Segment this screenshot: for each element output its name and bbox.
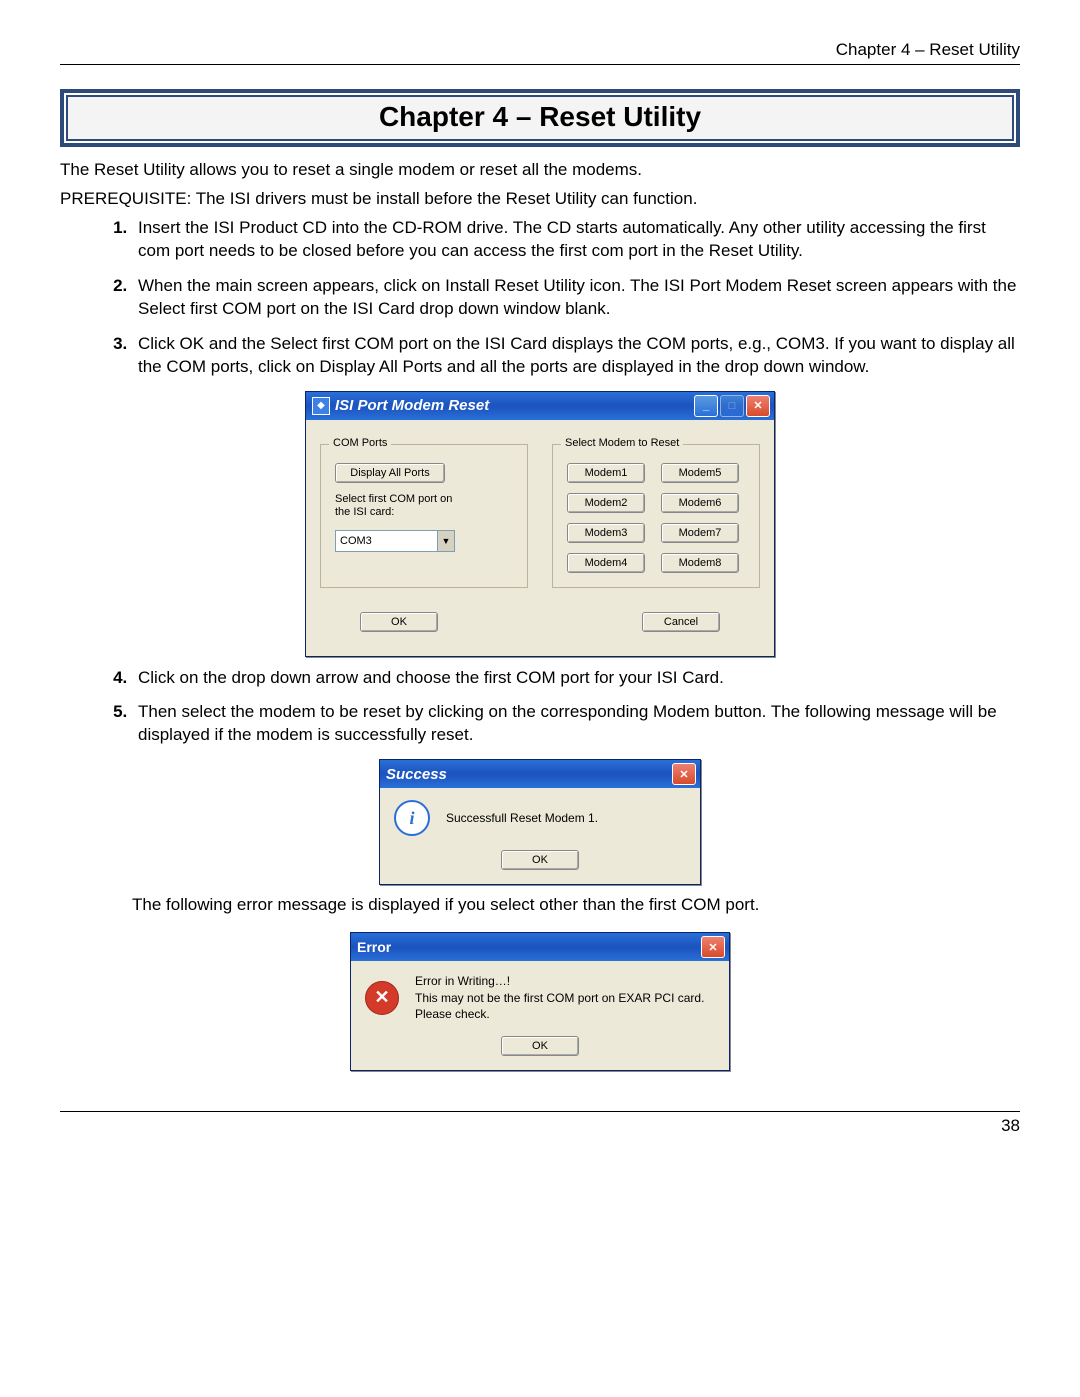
modem5-button[interactable]: Modem5 xyxy=(661,463,739,483)
error-line-1: Error in Writing…! xyxy=(415,973,704,989)
step-3: Click OK and the Select first COM port o… xyxy=(132,333,1020,379)
step-5: Then select the modem to be reset by cli… xyxy=(132,701,1020,747)
chevron-down-icon[interactable]: ▼ xyxy=(437,531,454,551)
titlebar[interactable]: Error ✕ xyxy=(351,933,729,961)
success-window: Success ✕ i Successfull Reset Modem 1. O… xyxy=(379,759,701,885)
titlebar[interactable]: Success ✕ xyxy=(380,760,700,788)
maximize-button: □ xyxy=(720,395,744,417)
close-button[interactable]: ✕ xyxy=(746,395,770,417)
window-title: Error xyxy=(357,939,701,955)
step-4: Click on the drop down arrow and choose … xyxy=(132,667,1020,690)
modem3-button[interactable]: Modem3 xyxy=(567,523,645,543)
ok-button[interactable]: OK xyxy=(501,1036,579,1056)
page-number: 38 xyxy=(60,1111,1020,1136)
error-line-2: This may not be the first COM port on EX… xyxy=(415,990,704,1006)
window-title: Success xyxy=(386,766,672,783)
close-button[interactable]: ✕ xyxy=(672,763,696,785)
error-icon: ✕ xyxy=(365,981,399,1015)
ok-button[interactable]: OK xyxy=(360,612,438,632)
error-window: Error ✕ ✕ Error in Writing…! This may no… xyxy=(350,932,730,1071)
chapter-banner: Chapter 4 – Reset Utility xyxy=(60,89,1020,147)
modem4-button[interactable]: Modem4 xyxy=(567,553,645,573)
select-modem-legend: Select Modem to Reset xyxy=(561,437,683,449)
com-ports-legend: COM Ports xyxy=(329,437,391,449)
intro-paragraph-2: PREREQUISITE: The ISI drivers must be in… xyxy=(60,188,1020,211)
select-port-label: Select first COM port on the ISI card: xyxy=(335,493,465,521)
isi-reset-window: ◆ ISI Port Modem Reset _ □ ✕ COM Ports D… xyxy=(305,391,775,657)
step-2: When the main screen appears, click on I… xyxy=(132,275,1020,321)
intro-paragraph-1: The Reset Utility allows you to reset a … xyxy=(60,159,1020,182)
modem8-button[interactable]: Modem8 xyxy=(661,553,739,573)
chapter-title: Chapter 4 – Reset Utility xyxy=(379,101,701,132)
error-line-3: Please check. xyxy=(415,1006,704,1022)
success-message: Successfull Reset Modem 1. xyxy=(446,810,598,826)
info-icon: i xyxy=(394,800,430,836)
com-port-dropdown[interactable]: COM3 ▼ xyxy=(335,530,455,552)
error-message: Error in Writing…! This may not be the f… xyxy=(415,973,704,1022)
modem1-button[interactable]: Modem1 xyxy=(567,463,645,483)
modem6-button[interactable]: Modem6 xyxy=(661,493,739,513)
running-header: Chapter 4 – Reset Utility xyxy=(60,40,1020,65)
display-all-ports-button[interactable]: Display All Ports xyxy=(335,463,445,483)
close-button[interactable]: ✕ xyxy=(701,936,725,958)
modem2-button[interactable]: Modem2 xyxy=(567,493,645,513)
titlebar[interactable]: ◆ ISI Port Modem Reset _ □ ✕ xyxy=(306,392,774,420)
cancel-button[interactable]: Cancel xyxy=(642,612,720,632)
step-1: Insert the ISI Product CD into the CD-RO… xyxy=(132,217,1020,263)
after-success-note: The following error message is displayed… xyxy=(132,895,1020,915)
com-port-value: COM3 xyxy=(336,535,437,547)
app-icon: ◆ xyxy=(312,397,330,415)
minimize-button[interactable]: _ xyxy=(694,395,718,417)
modem7-button[interactable]: Modem7 xyxy=(661,523,739,543)
window-title: ISI Port Modem Reset xyxy=(335,397,694,414)
ok-button[interactable]: OK xyxy=(501,850,579,870)
